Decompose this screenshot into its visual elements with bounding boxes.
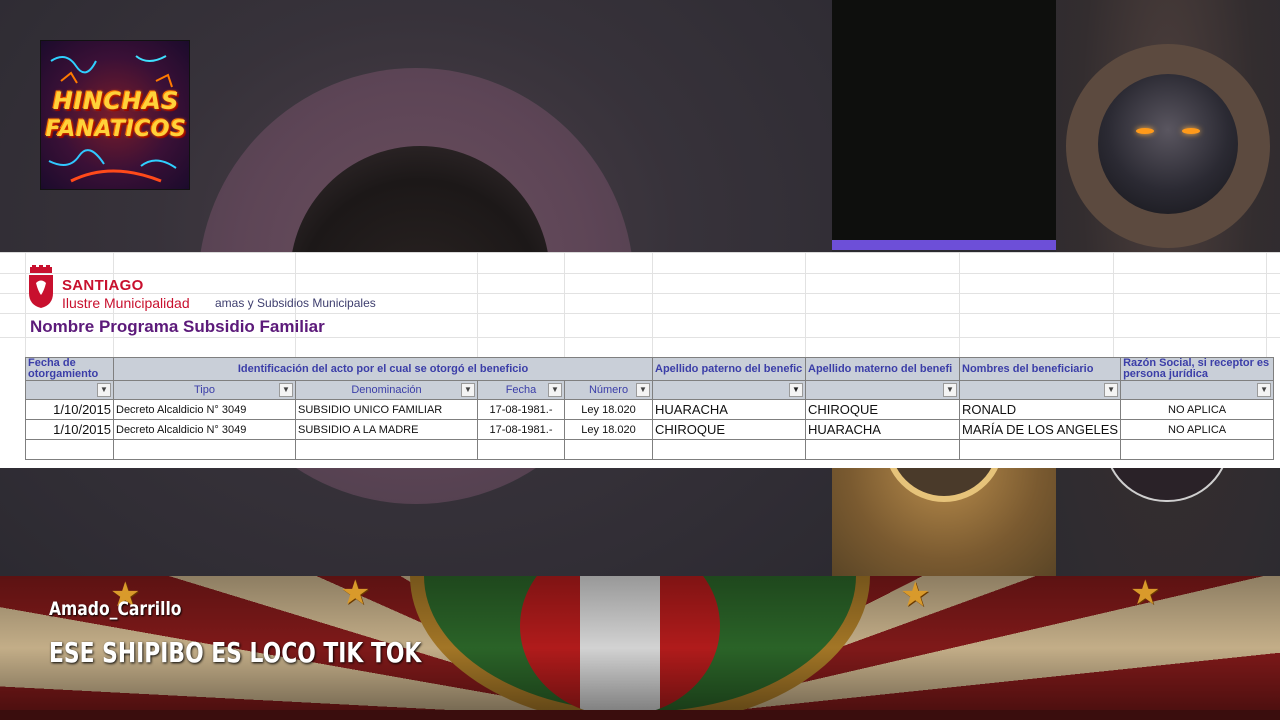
cell-numero[interactable]: Ley 18.020 — [564, 419, 653, 440]
cell-nombres[interactable]: MARÍA DE LOS ANGELES — [958, 419, 1122, 440]
participant-tile-camera-off[interactable] — [832, 0, 1056, 250]
header-razon-social: Razón Social, si receptor es persona jur… — [1120, 357, 1275, 381]
logo-text-line-2: FANATICOS — [45, 117, 187, 142]
star-icon: ★ — [1130, 576, 1161, 612]
header-fecha: Fecha — [505, 384, 537, 396]
header-denominacion: Denominación — [351, 384, 422, 396]
filter-cell-numero: Número ▼ — [564, 380, 653, 400]
filter-cell-fecha-otorgamiento: ▼ — [25, 380, 114, 400]
santiago-crest-icon — [29, 265, 53, 308]
cell-numero[interactable]: Ley 18.020 — [564, 399, 653, 420]
table-row-empty[interactable] — [25, 439, 1275, 460]
stream-screen: HINCHAS FANATICOS SANTIAGO Ilustre Munic… — [0, 0, 1280, 720]
filter-dropdown-icon[interactable]: ▼ — [1257, 383, 1272, 397]
filter-cell-fecha: Fecha ▼ — [477, 380, 565, 400]
cell-apellido-materno[interactable]: CHIROQUE — [805, 399, 960, 420]
header-identificacion: Identificación del acto por el cual se o… — [113, 357, 653, 381]
empty-cell[interactable] — [652, 439, 806, 460]
banner-bottom-edge — [0, 710, 1280, 720]
cell-fecha[interactable]: 17-08-1981.- — [477, 399, 565, 420]
cell-nombres[interactable]: RONALD — [958, 399, 1122, 420]
avatar-eye-right — [1182, 128, 1200, 134]
header-fecha-otorgamiento: Fecha de otorgamiento — [25, 357, 114, 381]
header-tipo: Tipo — [194, 384, 215, 396]
filter-dropdown-icon[interactable]: ▼ — [636, 383, 650, 397]
logo-graffiti-icon — [48, 55, 177, 183]
beneficiaries-table: Fecha de otorgamiento Identificación del… — [25, 357, 1275, 460]
filter-dropdown-icon[interactable]: ▼ — [279, 383, 293, 397]
empty-cell[interactable] — [958, 439, 1122, 460]
cell-denominacion[interactable]: SUBSIDIO A LA MADRE — [295, 419, 478, 440]
table-row[interactable]: 1/10/2015 Decreto Alcaldicio N° 3049 SUB… — [25, 419, 1275, 440]
filter-dropdown-icon[interactable]: ▼ — [548, 383, 562, 397]
cell-fecha-otorgamiento[interactable]: 1/10/2015 — [25, 399, 114, 420]
cell-fecha-otorgamiento[interactable]: 1/10/2015 — [25, 419, 114, 440]
filter-dropdown-icon[interactable]: ▼ — [943, 383, 957, 397]
cell-apellido-materno[interactable]: HUARACHA — [805, 419, 960, 440]
filter-active-icon[interactable]: ▼ — [789, 383, 803, 397]
cell-tipo[interactable]: Decreto Alcaldicio N° 3049 — [113, 399, 296, 420]
header-nombres: Nombres del beneficiario — [958, 357, 1122, 381]
filter-dropdown-icon[interactable]: ▼ — [461, 383, 475, 397]
comment-message: ESE SHIPIBO ES LOCO TIK TOK — [49, 636, 422, 669]
empty-cell[interactable] — [1120, 439, 1275, 460]
avatar-eye-left — [1136, 128, 1154, 134]
cell-fecha[interactable]: 17-08-1981.- — [477, 419, 565, 440]
cell-denominacion[interactable]: SUBSIDIO UNICO FAMILIAR — [295, 399, 478, 420]
sheet-subtitle: amas y Subsidios Municipales — [215, 296, 376, 310]
header-apellido-paterno: Apellido paterno del benefic — [652, 357, 806, 381]
filter-cell-razon-social: ▼ — [1120, 380, 1275, 400]
filter-cell-apellido-paterno: ▼ — [652, 380, 806, 400]
filter-dropdown-icon[interactable]: ▼ — [1104, 383, 1119, 397]
filter-cell-denominacion: Denominación ▼ — [295, 380, 478, 400]
star-icon: ★ — [900, 576, 931, 614]
cell-razon-social[interactable]: NO APLICA — [1120, 399, 1275, 420]
channel-logo: HINCHAS FANATICOS — [40, 40, 190, 190]
cell-apellido-paterno[interactable]: CHIROQUE — [652, 419, 806, 440]
logo-text-line-1: HINCHAS — [52, 87, 180, 115]
speaking-indicator — [832, 240, 1056, 250]
filter-cell-tipo: Tipo ▼ — [113, 380, 296, 400]
filter-dropdown-icon[interactable]: ▼ — [97, 383, 111, 397]
empty-cell[interactable] — [295, 439, 478, 460]
participant-avatar-helmet — [1098, 74, 1238, 214]
sheet-title: Nombre Programa Subsidio Familiar — [30, 317, 325, 336]
brand-subtitle: Ilustre Municipalidad — [62, 295, 190, 311]
filter-cell-apellido-materno: ▼ — [805, 380, 960, 400]
empty-cell[interactable] — [805, 439, 960, 460]
header-numero: Número — [588, 384, 629, 396]
star-icon: ★ — [340, 576, 371, 612]
shared-spreadsheet[interactable]: SANTIAGO Ilustre Municipalidad amas y Su… — [0, 252, 1280, 468]
header-apellido-materno: Apellido materno del benefi — [805, 357, 960, 381]
comment-username: Amado_Carrillo — [49, 598, 182, 620]
empty-cell[interactable] — [564, 439, 653, 460]
header-row-2: ▼ Tipo ▼ Denominación ▼ Fecha ▼ Número ▼ ▼ ▼… — [25, 380, 1275, 400]
cell-apellido-paterno[interactable]: HUARACHA — [652, 399, 806, 420]
empty-cell[interactable] — [25, 439, 114, 460]
empty-cell[interactable] — [113, 439, 296, 460]
table-row[interactable]: 1/10/2015 Decreto Alcaldicio N° 3049 SUB… — [25, 399, 1275, 420]
cell-tipo[interactable]: Decreto Alcaldicio N° 3049 — [113, 419, 296, 440]
empty-cell[interactable] — [477, 439, 565, 460]
brand-name: SANTIAGO — [62, 277, 144, 294]
header-row-1: Fecha de otorgamiento Identificación del… — [25, 357, 1275, 381]
cell-razon-social[interactable]: NO APLICA — [1120, 419, 1275, 440]
filter-cell-nombres: ▼ — [958, 380, 1122, 400]
